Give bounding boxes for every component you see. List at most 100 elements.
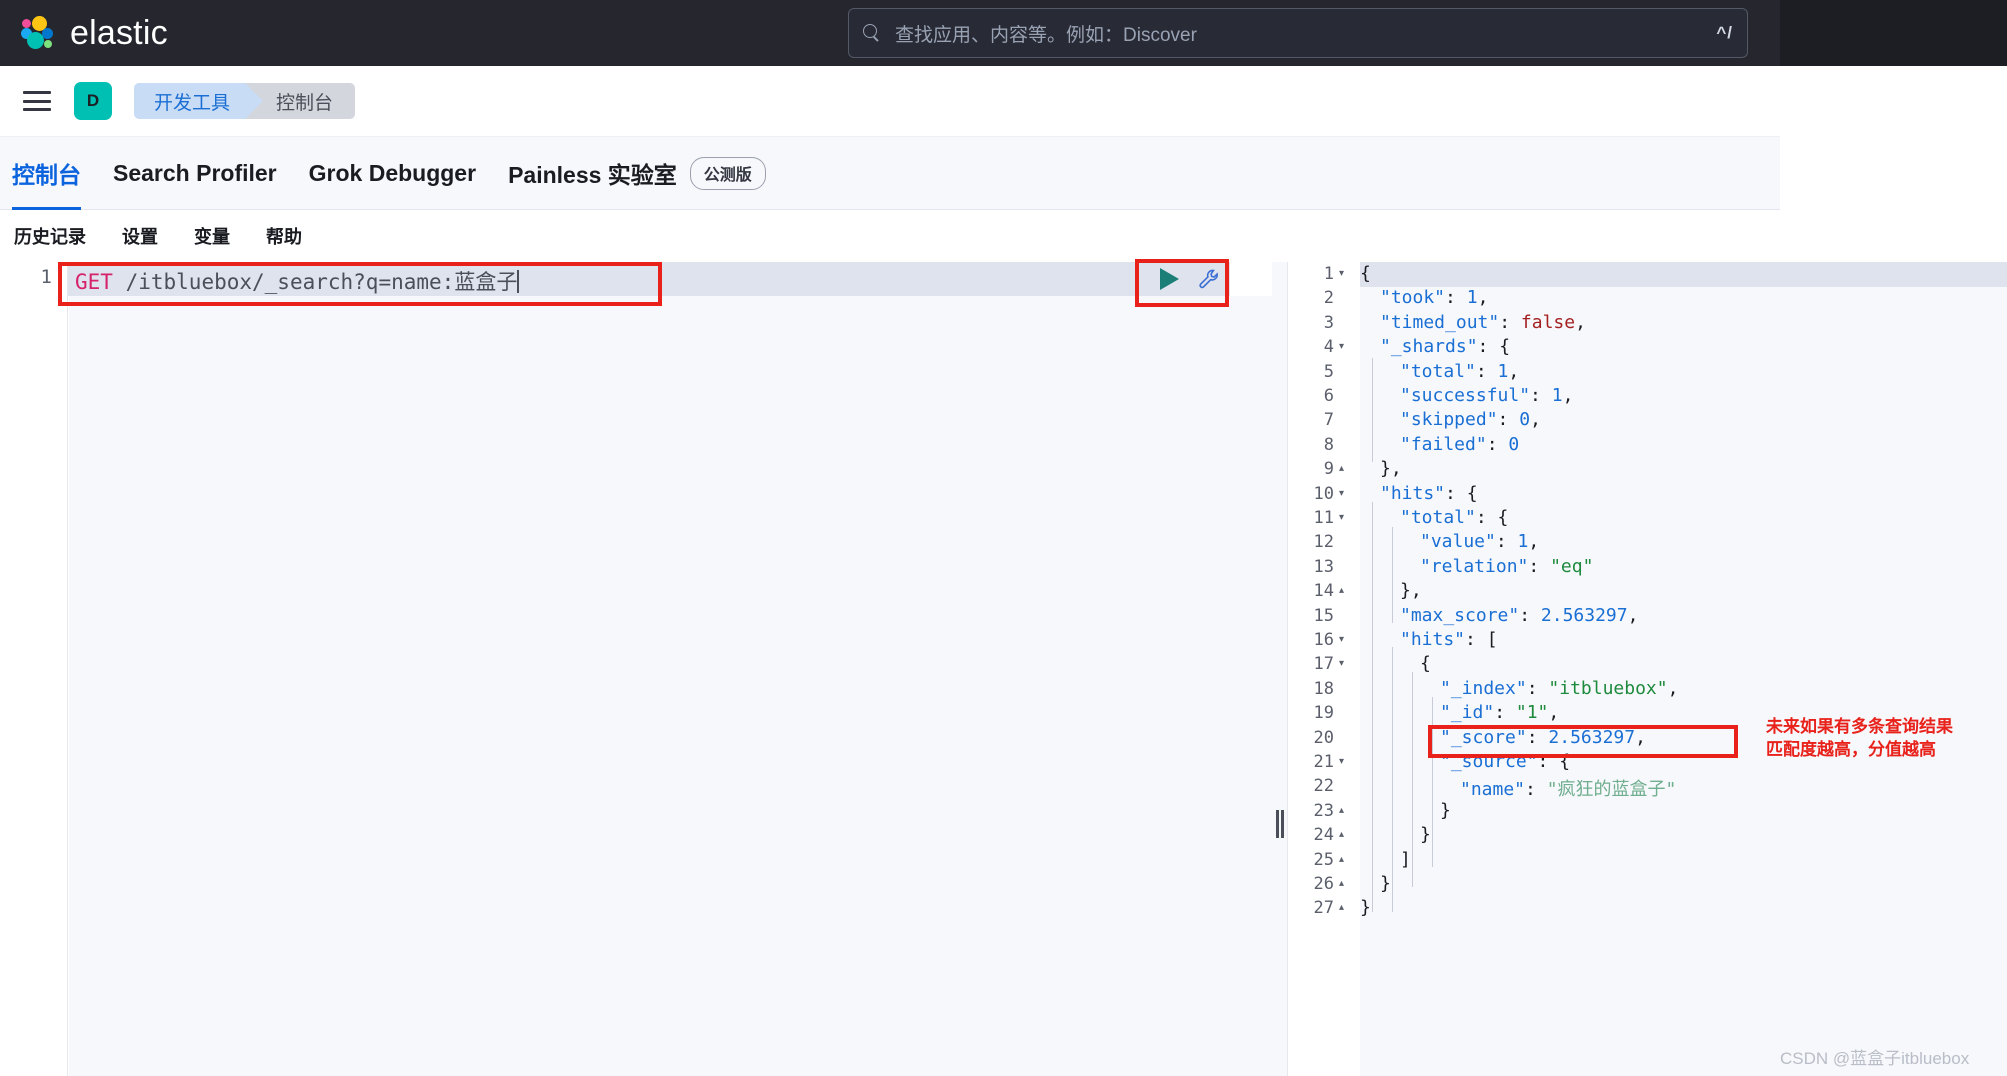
request-editor-gutter [0, 262, 68, 1076]
response-line: 13 "relation": "eq" [1288, 555, 2007, 579]
fold-toggle-icon[interactable]: ▴ [1339, 903, 1344, 913]
response-line-code: "hits": [ [1400, 629, 1498, 650]
fold-toggle-icon[interactable]: ▾ [1339, 488, 1344, 498]
fold-toggle-icon[interactable]: ▴ [1339, 879, 1344, 889]
response-line: 17 ▾ { [1288, 652, 2007, 676]
fold-toggle-icon[interactable]: ▴ [1339, 805, 1344, 815]
response-line: 27 ▴} [1288, 896, 2007, 920]
response-editor-pane[interactable]: 1 ▾ {2 "took": 1, 3 "timed_out": false, 4 ▾ "_sh… [1288, 262, 2007, 1076]
response-line-number: 20 [1313, 727, 1334, 748]
response-line-number: 24 [1313, 825, 1334, 846]
submenu-item-variables[interactable]: 变量 [194, 223, 230, 249]
response-line-number: 15 [1313, 605, 1334, 626]
fold-toggle-icon[interactable]: ▴ [1339, 830, 1344, 840]
annotation-box-score [1428, 725, 1738, 758]
console-submenu: 历史记录 设置 变量 帮助 [0, 210, 1780, 262]
brand-logo-area[interactable]: elastic [20, 14, 168, 53]
response-line: 6 "successful": 1, [1288, 384, 2007, 408]
annotation-score-note-line2: 匹配度越高，分值越高 [1766, 739, 1936, 759]
hamburger-menu-icon[interactable] [23, 91, 51, 111]
fold-toggle-icon[interactable]: ▴ [1339, 586, 1344, 596]
response-line-code: "_shards": { [1380, 336, 1511, 358]
response-line: 23 ▴} [1288, 799, 2007, 823]
response-line-code: { [1360, 263, 1371, 284]
indent-guide [1392, 527, 1393, 623]
submenu-item-history[interactable]: 历史记录 [14, 223, 86, 249]
pane-splitter[interactable] [1272, 262, 1288, 1076]
tab-search-profiler[interactable]: Search Profiler [113, 137, 277, 210]
submenu-item-help[interactable]: 帮助 [266, 223, 302, 249]
submenu-item-settings[interactable]: 设置 [122, 223, 158, 249]
tab-console-label: 控制台 [12, 162, 81, 188]
beta-badge: 公测版 [689, 156, 766, 190]
annotation-box-run-button [1135, 259, 1229, 307]
response-line-code: "value": 1, [1420, 531, 1540, 553]
response-line-code: "_index": "itbluebox", [1440, 677, 1679, 699]
response-line: 24 ▴} [1288, 823, 2007, 847]
fold-toggle-icon[interactable]: ▴ [1339, 464, 1344, 474]
annotation-box-query [58, 262, 662, 306]
response-line: 1 ▾ { [1288, 262, 2007, 286]
search-keyboard-shortcut: ^/ [1716, 23, 1733, 42]
tab-painless-lab[interactable]: Painless 实验室 公测版 [508, 137, 766, 210]
indent-guide [1392, 647, 1393, 912]
response-line-code: } [1360, 897, 1371, 919]
response-line: 18 "_index": "itbluebox", [1288, 677, 2007, 701]
request-line-number: 1 [40, 266, 52, 288]
response-line-number: 27 [1313, 898, 1334, 919]
response-line-number: 1 [1323, 264, 1334, 284]
response-line-number: 2 [1323, 288, 1334, 309]
response-line: 12 "value": 1, [1288, 530, 2007, 554]
request-editor-pane[interactable]: 1 GET /itbluebox/_search?q=name:蓝盒子 [0, 262, 1272, 1076]
request-editor-body [69, 296, 1272, 1076]
response-line-number: 12 [1313, 532, 1334, 553]
response-line-code: "total": 1, [1400, 360, 1520, 382]
fold-toggle-icon[interactable]: ▾ [1339, 513, 1344, 523]
tab-console[interactable]: 控制台 [12, 137, 81, 210]
response-line: 4 ▾ "_shards": { [1288, 335, 2007, 359]
response-line-number: 21 [1313, 752, 1334, 772]
response-line: 11 ▾ "total": { [1288, 506, 2007, 530]
response-line-number: 4 [1323, 337, 1334, 358]
fold-toggle-icon[interactable]: ▴ [1339, 854, 1344, 864]
response-line: 25 ▴] [1288, 848, 2007, 872]
breadcrumb-item-dev-tools[interactable]: 开发工具 [134, 83, 264, 119]
fold-toggle-icon[interactable]: ▾ [1339, 635, 1344, 645]
response-line-code: "name": "疯狂的蓝盒子" [1460, 779, 1677, 801]
fold-toggle-icon[interactable]: ▾ [1339, 757, 1344, 767]
response-line-number: 17 [1313, 654, 1334, 675]
response-line-number: 6 [1323, 386, 1334, 406]
indent-guide [1372, 358, 1373, 462]
splitter-grip-icon [1276, 810, 1284, 838]
response-line-number: 25 [1313, 849, 1334, 870]
response-line: 9 ▴}, [1288, 457, 2007, 481]
response-line: 7 "skipped": 0, [1288, 408, 2007, 432]
response-line-number: 26 [1313, 874, 1334, 894]
response-line-number: 9 [1323, 459, 1334, 480]
response-line-code: "_id": "1", [1440, 702, 1560, 724]
response-line: 3 "timed_out": false, [1288, 311, 2007, 335]
tab-grok-debugger[interactable]: Grok Debugger [309, 137, 476, 210]
response-line: 10 ▾ "hits": { [1288, 482, 2007, 506]
response-line-code: "skipped": 0, [1400, 409, 1541, 431]
response-line-code: } [1420, 824, 1431, 846]
annotation-score-note-line1: 未来如果有多条查询结果 [1766, 717, 1953, 736]
response-line-number: 5 [1323, 361, 1334, 382]
indent-guide [1412, 672, 1413, 887]
fold-toggle-icon[interactable]: ▾ [1339, 269, 1344, 279]
indent-guide [1372, 502, 1373, 912]
response-line-code: "successful": 1, [1400, 385, 1574, 406]
space-avatar[interactable]: D [74, 82, 112, 120]
response-line-code: "max_score": 2.563297, [1400, 604, 1639, 626]
console-panes: 1 GET /itbluebox/_search?q=name:蓝盒子 1 ▾ {2… [0, 262, 2007, 1076]
fold-toggle-icon[interactable]: ▾ [1339, 659, 1344, 669]
response-line-number: 13 [1313, 556, 1334, 577]
topbar-right-filler [1780, 0, 2007, 66]
indent-guide [1432, 697, 1433, 867]
response-line-number: 11 [1313, 508, 1334, 528]
response-line-number: 23 [1313, 800, 1334, 821]
global-search-bar[interactable]: 查找应用、内容等。例如：Discover ^/ [848, 8, 1748, 58]
fold-toggle-icon[interactable]: ▾ [1339, 342, 1344, 352]
response-line-code: }, [1400, 580, 1422, 602]
response-line-code: } [1440, 799, 1451, 821]
